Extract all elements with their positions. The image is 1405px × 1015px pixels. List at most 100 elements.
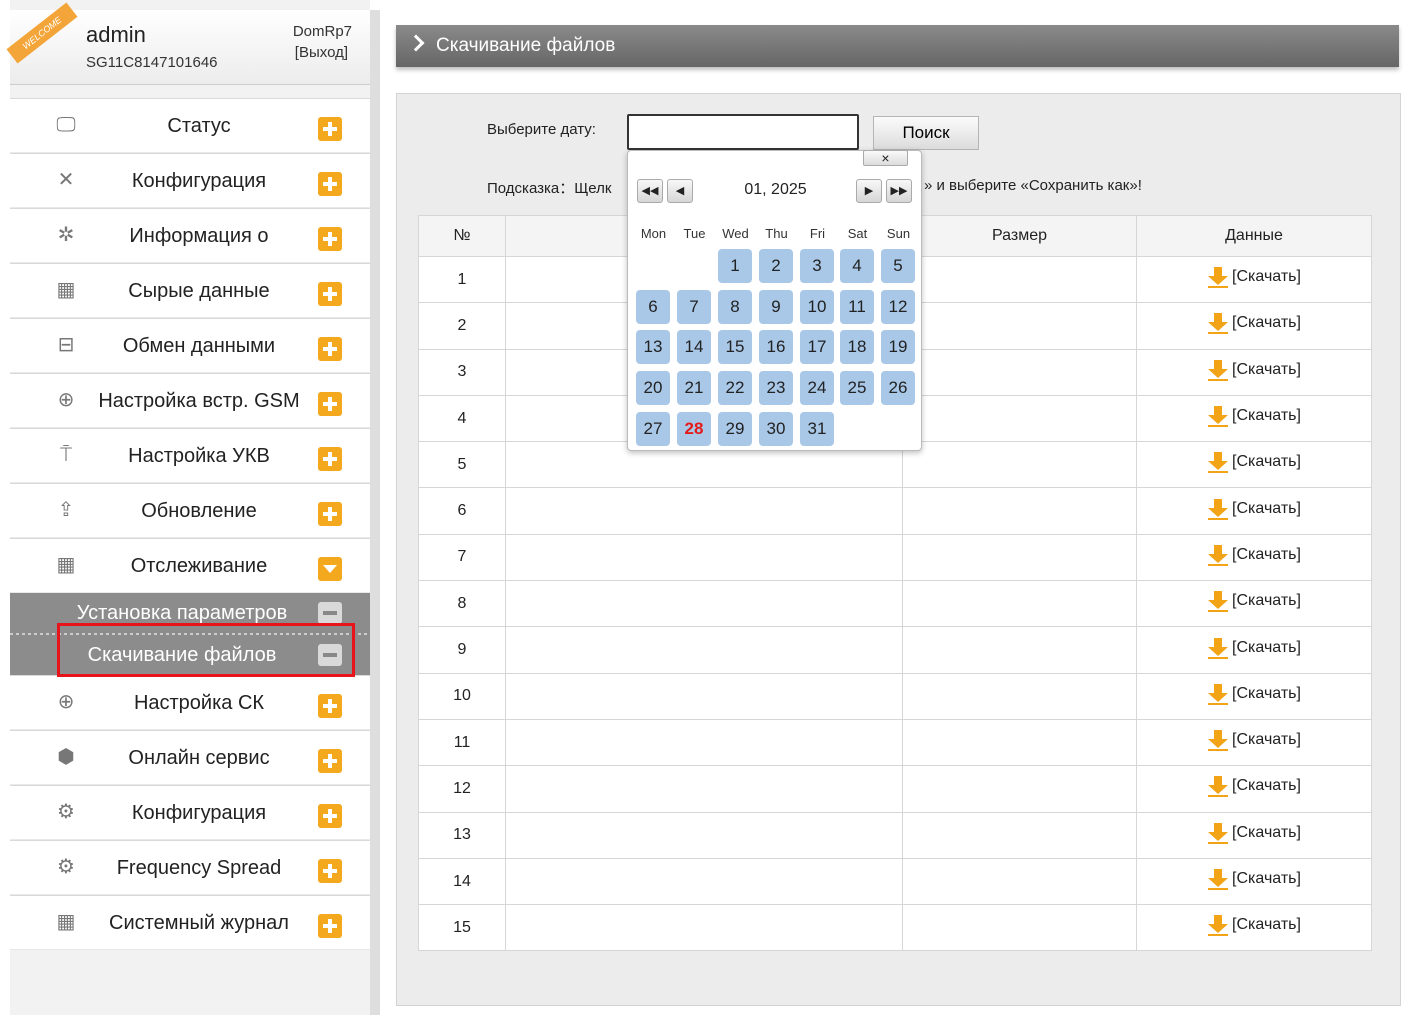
calendar-day[interactable]: 15	[718, 330, 752, 365]
calendar-day[interactable]: 2	[759, 249, 793, 283]
sidebar-item[interactable]: ✲ Информация о	[10, 208, 370, 263]
satellite-icon: ✲	[57, 224, 75, 246]
download-link[interactable]: [Скачать]	[1207, 359, 1301, 381]
row-size	[902, 626, 1137, 674]
sidebar-subitem-label: Установка параметров	[76, 602, 288, 624]
download-link[interactable]: [Скачать]	[1207, 822, 1301, 844]
sidebar-item[interactable]: ⚙ Конфигурация	[10, 785, 370, 840]
expand-icon[interactable]	[318, 447, 342, 471]
calendar-day[interactable]: 13	[636, 330, 670, 365]
sidebar-item[interactable]: ⇪ Обновление	[10, 483, 370, 538]
calendar-day[interactable]: 14	[677, 330, 711, 365]
next-year-button[interactable]: ▶▶	[886, 179, 912, 203]
date-input[interactable]	[627, 114, 859, 150]
calendar-day[interactable]: 22	[718, 371, 752, 406]
sidebar-item-label: Настройка УКВ	[128, 445, 270, 467]
calendar-day[interactable]: 3	[800, 249, 834, 283]
sidebar-item[interactable]: ✕ Конфигурация	[10, 153, 370, 208]
sidebar-subitem[interactable]: Скачивание файлов	[10, 635, 370, 675]
sidebar-item[interactable]: ▦ Системный журнал	[10, 895, 370, 950]
download-link[interactable]: [Скачать]	[1207, 637, 1301, 659]
row-size	[902, 533, 1137, 582]
expand-icon[interactable]	[318, 502, 342, 526]
minus-icon[interactable]	[318, 602, 342, 624]
table-row: 11 [Скачать]	[418, 718, 1372, 767]
calendar-day[interactable]: 4	[840, 249, 874, 283]
sidebar-item-label: Информация о	[129, 225, 269, 247]
calendar-day[interactable]: 17	[800, 330, 834, 365]
expand-icon[interactable]	[318, 117, 342, 141]
calendar-day[interactable]: 9	[759, 289, 793, 324]
calendar-day[interactable]: 10	[800, 289, 834, 324]
calendar-day[interactable]: 25	[840, 371, 874, 406]
calendar-day[interactable]: 29	[718, 411, 752, 446]
expand-icon[interactable]	[318, 337, 342, 361]
calendar-day[interactable]: 7	[677, 289, 711, 324]
calendar-day[interactable]: 1	[718, 249, 752, 283]
download-link[interactable]: [Скачать]	[1207, 729, 1301, 752]
calendar-day[interactable]: 8	[718, 289, 752, 324]
download-link[interactable]: [Скачать]	[1207, 266, 1301, 289]
close-icon[interactable]: ×	[863, 150, 908, 166]
download-label: [Скачать]	[1232, 684, 1301, 702]
calendar-day[interactable]: 5	[881, 249, 915, 283]
calendar-day[interactable]: 19	[881, 330, 915, 365]
calendar-day[interactable]: 6	[636, 289, 670, 324]
calendar-day[interactable]: 12	[881, 289, 915, 324]
logout-link[interactable]: [Выход]	[295, 44, 348, 61]
minus-icon[interactable]	[318, 644, 342, 666]
sidebar-item-label: Статус	[167, 115, 231, 137]
calendar-day[interactable]: 11	[840, 289, 874, 324]
sidebar-subitem[interactable]: Установка параметров	[10, 593, 370, 633]
download-link[interactable]: [Скачать]	[1207, 544, 1301, 566]
expand-icon[interactable]	[318, 749, 342, 773]
download-link[interactable]: [Скачать]	[1207, 868, 1301, 890]
calendar-day[interactable]: 31	[800, 411, 834, 446]
expand-icon[interactable]	[318, 804, 342, 828]
expand-icon[interactable]	[318, 859, 342, 883]
calendar-day[interactable]: 16	[759, 330, 793, 365]
sidebar-item[interactable]: ⍑ Настройка УКВ	[10, 428, 370, 483]
sidebar-item[interactable]: ⬢ Онлайн сервис	[10, 730, 370, 785]
expand-icon[interactable]	[318, 392, 342, 416]
expand-icon[interactable]	[318, 227, 342, 251]
tools-icon: ✕	[57, 169, 75, 191]
next-month-button[interactable]: ▶	[856, 179, 882, 203]
download-link[interactable]: [Скачать]	[1207, 451, 1301, 474]
calendar-day[interactable]: 18	[840, 330, 874, 365]
hint-text: Подсказка：Щелк	[487, 180, 612, 197]
sidebar-item[interactable]: ⊕ Настройка встр. GSM	[10, 373, 370, 428]
download-link[interactable]: [Скачать]	[1207, 312, 1301, 335]
expand-icon[interactable]	[318, 172, 342, 196]
calendar-day[interactable]: 23	[759, 371, 793, 406]
download-link[interactable]: [Скачать]	[1207, 683, 1301, 705]
sidebar-item[interactable]: ⊟ Обмен данными	[10, 318, 370, 373]
sidebar-item[interactable]: ⊕ Настройка СК	[10, 675, 370, 730]
calendar-day[interactable]: 26	[881, 371, 915, 406]
sidebar-item[interactable]: 🖵 Статус	[10, 98, 370, 153]
expand-icon[interactable]	[318, 282, 342, 306]
calendar-day[interactable]: 30	[759, 411, 793, 446]
calendar-day[interactable]: 20	[636, 371, 670, 406]
download-icon	[1207, 637, 1229, 659]
sidebar-item[interactable]: ▦ Сырые данные	[10, 263, 370, 318]
download-link[interactable]: [Скачать]	[1207, 405, 1301, 428]
calendar-day[interactable]: 27	[636, 411, 670, 446]
download-link[interactable]: [Скачать]	[1207, 498, 1301, 520]
expand-icon[interactable]	[318, 914, 342, 938]
users-gear-icon: ⚙	[57, 856, 75, 878]
calendar-day[interactable]: 21	[677, 371, 711, 406]
expand-icon[interactable]	[318, 694, 342, 718]
row-data: [Скачать]	[1136, 487, 1372, 535]
download-label: [Скачать]	[1232, 268, 1301, 286]
calendar-day[interactable]: 24	[800, 371, 834, 406]
sidebar-item[interactable]: ⚙ Frequency Spread	[10, 840, 370, 895]
download-link[interactable]: [Скачать]	[1207, 775, 1301, 798]
calendar-day-today[interactable]: 28	[677, 411, 711, 446]
download-link[interactable]: [Скачать]	[1207, 590, 1301, 613]
sidebar-item-label: Frequency Spread	[116, 857, 282, 879]
sidebar-item[interactable]: ▦ Отслеживание	[10, 538, 370, 593]
search-button[interactable]: Поиск	[873, 116, 979, 150]
collapse-icon[interactable]	[318, 557, 342, 581]
download-link[interactable]: [Скачать]	[1207, 914, 1301, 937]
